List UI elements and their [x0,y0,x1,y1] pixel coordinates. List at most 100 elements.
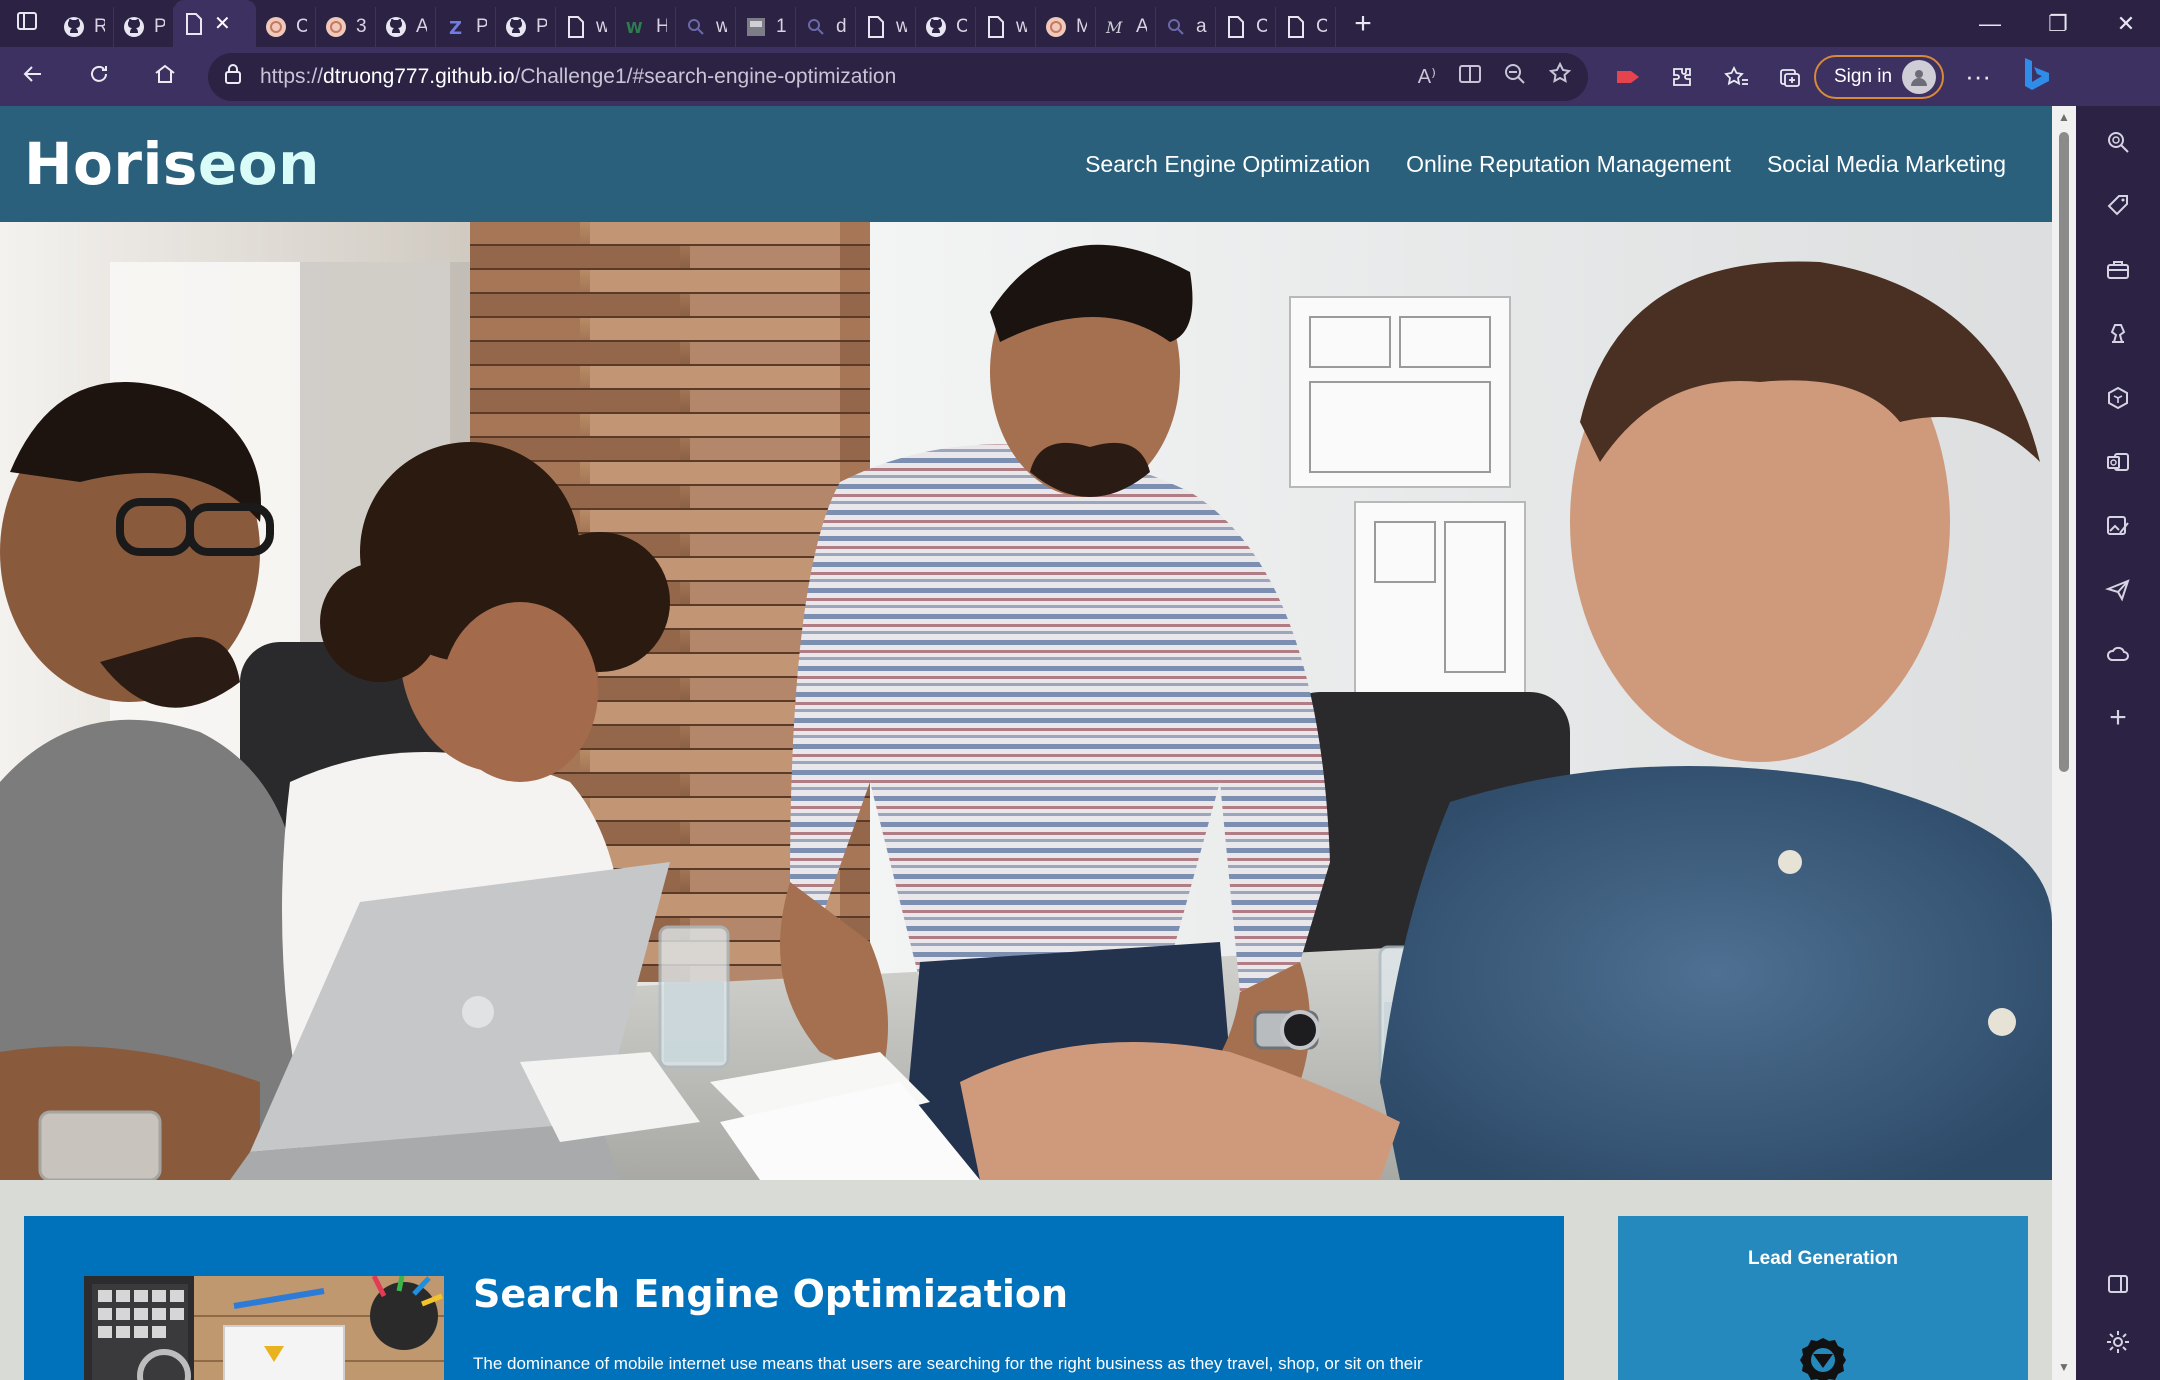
browser-tab-4[interactable]: 3.5. [316,7,376,47]
tools-briefcase-icon[interactable] [2102,254,2134,286]
browser-tab-7[interactable]: Pag [496,7,556,47]
search-icon [684,15,708,39]
nav-link-seo[interactable]: Search Engine Optimization [1085,151,1370,178]
restore-icon: ❐ [2048,10,2068,36]
scroll-up-arrow-icon[interactable]: ▲ [2057,110,2071,124]
tab-label: a[hr [1196,16,1207,37]
minimize-icon: — [1979,10,2001,36]
browser-tab-14[interactable]: Cha [916,7,976,47]
add-favorite-icon[interactable] [1548,61,1572,92]
w-icon: W [624,15,648,39]
home-button[interactable] [132,47,198,106]
tab-label: 15 f [776,16,787,37]
search-icon[interactable] [2102,126,2134,158]
tab-label: Cal [296,16,307,38]
tab-label: CSS [1316,16,1327,38]
tab-label: Attr [1136,16,1147,38]
github-icon [384,15,408,39]
tab-actions-icon [16,10,38,37]
immersive-reader-icon[interactable] [1458,63,1482,91]
page-icon [182,12,206,36]
back-button[interactable] [0,47,66,106]
lead-generation-icon [1795,1332,1851,1380]
zoom-out-icon[interactable] [1504,63,1526,91]
extensions-icon[interactable] [1664,59,1700,95]
sign-in-label: Sign in [1834,65,1893,87]
page-icon [984,15,1008,39]
sign-in-button[interactable]: Sign in [1814,54,1945,99]
bing-chat-button[interactable] [2006,47,2066,106]
site-nav: Search Engine Optimization Online Reputa… [1085,151,2028,178]
browser-tab-13[interactable]: wel [856,7,916,47]
svg-text:M: M [1105,18,1123,37]
browser-tab-0[interactable]: Res [54,7,114,47]
browser-tab-18[interactable]: a[hr [1156,7,1216,47]
collections-icon[interactable] [1772,59,1808,95]
browser-tab-3[interactable]: Cal [256,7,316,47]
browser-tab-1[interactable]: Pag [114,7,174,47]
new-tab-button[interactable]: + [1336,0,1390,47]
send-icon[interactable] [2102,574,2134,606]
close-tab-icon[interactable]: ✕ [214,11,231,36]
browser-tab-10[interactable]: wha [676,7,736,47]
logo-main-text: Horis [24,130,198,198]
tab-actions-button[interactable] [0,0,54,47]
lead-generation-title: Lead Generation [1748,1248,1898,1269]
close-window-button[interactable]: ✕ [2092,0,2160,47]
box-icon [744,15,768,39]
restore-button[interactable]: ❐ [2024,0,2092,47]
url-text[interactable]: https://dtruong777.github.io/Challenge1/… [260,65,1418,89]
image-creator-icon[interactable] [2102,510,2134,542]
home-icon [153,62,177,91]
tab-label: 3.5. [356,16,367,37]
browser-tab-11[interactable]: 15 f [736,7,796,47]
tab-label: Cha [956,16,967,38]
nav-link-social-media[interactable]: Social Media Marketing [1767,151,2006,178]
browser-tab-8[interactable]: wel [556,7,616,47]
browser-tab-20[interactable]: CSS [1276,7,1336,47]
browser-tab-9[interactable]: W HTM [616,7,676,47]
browser-toolbar: https://dtruong777.github.io/Challenge1/… [0,47,2160,106]
microsoft-365-icon[interactable] [2102,382,2134,414]
browser-tab-15[interactable]: wel [976,7,1036,47]
address-bar[interactable]: https://dtruong777.github.io/Challenge1/… [208,52,1588,101]
github-icon [122,15,146,39]
refresh-button[interactable] [66,47,132,106]
search-icon [1164,15,1188,39]
lock-icon [224,63,242,90]
z-icon: Z [444,15,468,39]
read-aloud-icon[interactable]: A⁾ [1418,64,1436,89]
nav-link-reputation[interactable]: Online Reputation Management [1406,151,1731,178]
edge-sidebar: + [2076,106,2160,1380]
tab-label: Pag [536,16,547,38]
m-icon: M [1104,15,1128,39]
page-icon [1224,15,1248,39]
scroll-thumb[interactable] [2059,132,2069,772]
browser-tab-19[interactable]: CSS [1216,7,1276,47]
browser-tab-6[interactable]: Z Pos [436,7,496,47]
browser-tab-16[interactable]: Mo [1036,7,1096,47]
gear-icon[interactable] [2102,1326,2134,1358]
browser-tab-2[interactable]: ✕ [174,0,256,47]
favorites-icon[interactable] [1718,59,1754,95]
browser-tab-17[interactable]: M Attr [1096,7,1156,47]
browser-tab-5[interactable]: Abc [376,7,436,47]
tab-label: Mo [1076,16,1087,38]
extension-video-icon[interactable] [1610,59,1646,95]
hide-sidebar-icon[interactable] [2102,1268,2134,1300]
tab-label: wha [716,16,727,38]
lead-generation-card: Lead Generation [1618,1216,2028,1380]
settings-more-button[interactable]: ··· [1956,61,2000,92]
minimize-button[interactable]: — [1956,0,2024,47]
browser-tab-12[interactable]: do : [796,7,856,47]
scroll-down-arrow-icon[interactable]: ▼ [2057,1360,2071,1374]
add-sidebar-item-icon[interactable]: + [2102,701,2134,734]
games-icon[interactable] [2102,318,2134,350]
tab-strip: Res Pag ✕ Cal 3.5. Abc Z Pos Pag wel W HTM wha 15 f do… [0,0,2160,47]
page-scrollbar[interactable]: ▲ ▼ [2052,106,2076,1380]
shopping-tag-icon[interactable] [2102,190,2134,222]
outlook-icon[interactable] [2102,446,2134,478]
page-viewport: Horiseon Search Engine Optimization Onli… [0,106,2052,1380]
cloud-icon[interactable] [2102,638,2134,670]
page-icon [864,15,888,39]
